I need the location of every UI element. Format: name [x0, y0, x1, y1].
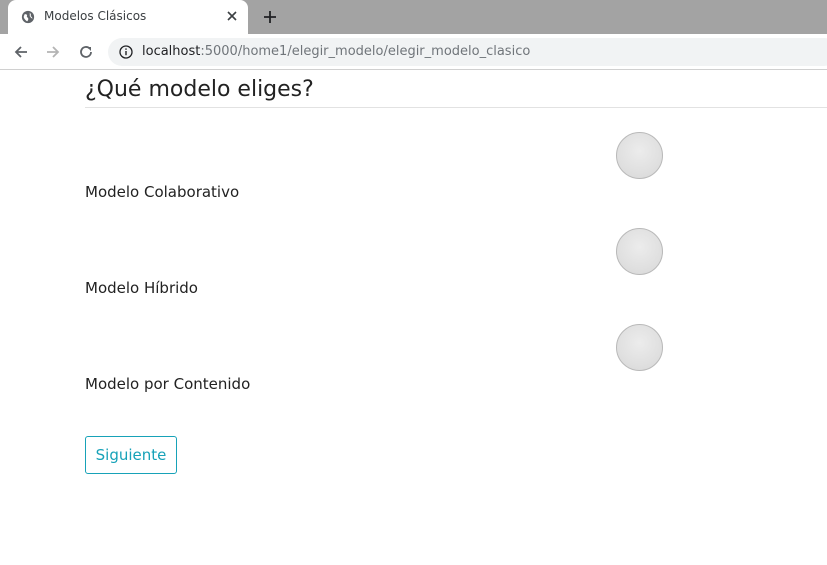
- reload-icon[interactable]: [77, 43, 95, 61]
- option-label-contenido: Modelo por Contenido: [85, 375, 251, 393]
- browser-toolbar: localhost:5000/home1/elegir_modelo/elegi…: [0, 34, 827, 70]
- new-tab-icon[interactable]: [262, 9, 278, 25]
- close-tab-icon[interactable]: [225, 9, 239, 23]
- radio-modelo-contenido[interactable]: [616, 324, 663, 371]
- option-label-hibrido: Modelo Híbrido: [85, 279, 198, 297]
- browser-tab[interactable]: Modelos Clásicos: [8, 0, 248, 34]
- tab-title: Modelos Clásicos: [44, 9, 147, 23]
- radio-modelo-hibrido[interactable]: [616, 228, 663, 275]
- globe-icon: [21, 10, 35, 24]
- back-arrow-icon[interactable]: [12, 43, 30, 61]
- forward-arrow-icon[interactable]: [44, 43, 62, 61]
- address-bar[interactable]: localhost:5000/home1/elegir_modelo/elegi…: [108, 38, 827, 66]
- next-button[interactable]: Siguiente: [85, 436, 177, 474]
- url-path: :5000/home1/elegir_modelo/elegir_modelo_…: [200, 44, 531, 59]
- page-title: ¿Qué modelo eliges?: [85, 77, 314, 102]
- option-label-colaborativo: Modelo Colaborativo: [85, 183, 240, 201]
- tab-strip: Modelos Clásicos: [0, 0, 827, 34]
- title-divider: [85, 107, 827, 108]
- url-host: localhost: [142, 44, 201, 59]
- url-text: localhost:5000/home1/elegir_modelo/elegi…: [142, 44, 530, 59]
- radio-modelo-colaborativo[interactable]: [616, 132, 663, 179]
- info-icon[interactable]: [119, 45, 133, 59]
